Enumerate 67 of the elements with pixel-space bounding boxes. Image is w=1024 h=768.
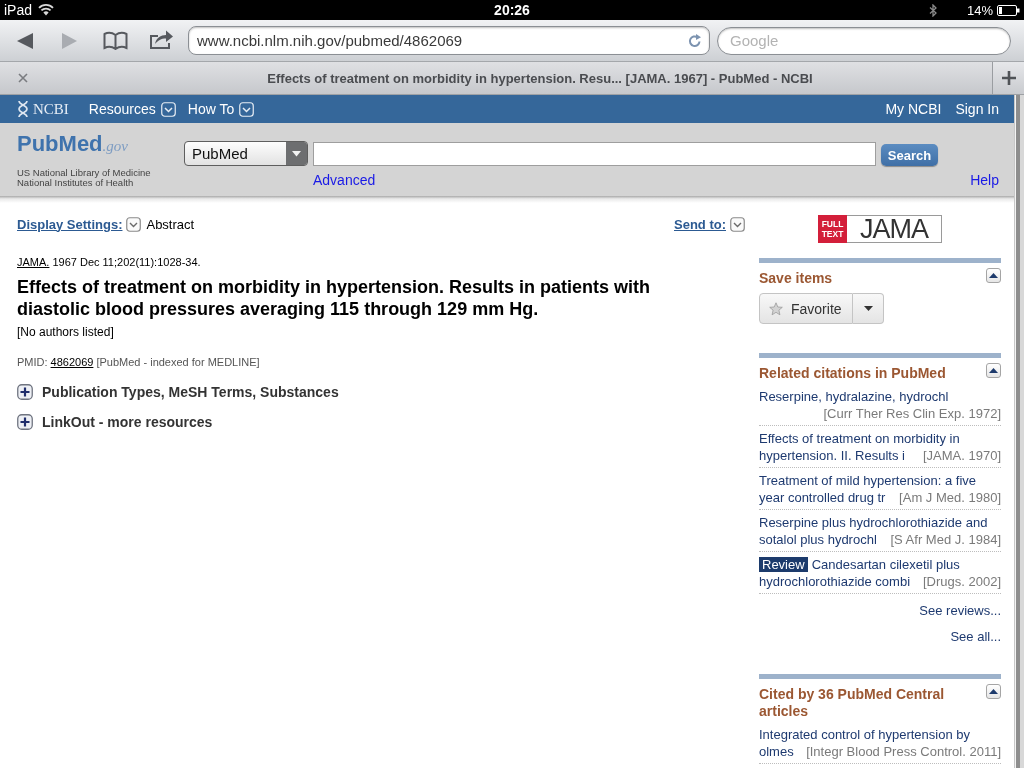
chevron-down-icon [239,101,255,117]
caret-down-icon [863,306,873,311]
plus-icon [1001,71,1016,85]
panel-heading: Related citations in PubMed [759,365,946,382]
search-field[interactable] [313,141,876,166]
close-icon[interactable] [18,73,28,83]
section-toggle[interactable]: Publication Types, MeSH Terms, Substances [42,384,339,400]
tab-title[interactable]: Effects of treatment on morbidity in hypertension. Resu... [JAMA. 1967] - PubMed - NCBI [28,70,992,86]
chevron-down-icon [160,101,176,117]
logo-subtitle: US National Library of Medicine [17,168,151,178]
logo-subtitle: National Institutes of Health [17,178,134,188]
header-link[interactable]: Sign In [955,101,999,117]
collapse-button[interactable] [986,684,1001,699]
menu-button[interactable]: Resources [88,101,176,117]
citation-link[interactable]: Treatment of mild hypertension: a five year controlled drug tr [Am J Med. 1980] [759,472,1001,510]
citation-link[interactable]: Integrated control of hypertension by olmes [Integr Blood Press Control. 2011] [759,726,1001,764]
send-to-link[interactable]: Send to: [674,216,726,232]
dropdown-button[interactable] [853,293,884,324]
header-link[interactable]: My NCBI [885,101,942,117]
chevron-down-icon[interactable] [126,216,142,232]
search-button[interactable]: Search [881,144,938,166]
citation-link[interactable]: Review Candesartan cilexetil plus hydrochlorothiazide combi [Drugs. 2002] [759,556,1001,594]
more-link[interactable]: See all... [950,628,1001,645]
journal-link[interactable]: JAMA. [17,255,50,269]
share-icon[interactable] [149,29,174,49]
collapse-button[interactable] [986,363,1001,378]
new-tab-button[interactable] [992,62,1024,94]
help-link[interactable]: Help [970,172,999,188]
back-icon[interactable] [16,31,34,50]
device-name: iPad [4,2,33,18]
display-settings-link[interactable]: Display Settings: [17,216,123,232]
ncbi-logo[interactable]: NCBI [33,100,69,118]
collapse-button[interactable] [986,268,1001,283]
plus-box-icon[interactable] [17,384,33,400]
address-field[interactable]: www.ncbi.nlm.nih.gov/pubmed/4862069 [188,26,710,55]
menu-button[interactable]: How To [187,101,255,117]
authors-note: [No authors listed] [17,324,114,340]
citation-link[interactable]: Reserpine plus hydrochlorothiazide and sotalol plus hydrochl [S Afr Med J. 1984] [759,514,1001,552]
book-icon[interactable] [103,31,128,50]
pmid-label: PMID: [17,355,48,369]
citation-details: 1967 Dec 11;202(11):1028-34. [52,255,201,269]
wifi-icon [38,4,55,16]
advanced-link[interactable]: Advanced [313,172,376,188]
clock-time: 20:26 [494,2,530,18]
section-toggle[interactable]: LinkOut - more resources [42,414,213,430]
more-link[interactable]: See reviews... [919,602,1001,619]
chevron-down-icon[interactable] [730,216,745,232]
bluetooth-icon [928,3,937,17]
index-status: [PubMed - indexed for MEDLINE] [96,355,260,369]
helix-icon [17,100,29,118]
battery-percent: 14% [966,2,993,18]
battery-icon [997,4,1020,16]
display-format: Abstract [146,216,195,232]
article-title: Effects of treatment on morbidity in hypertension. Results in patients with diastolic blood pressures averaging 115 through 129 mm Hg. [17,276,652,320]
panel-heading: Save items [759,270,833,287]
citation-link[interactable]: Effects of treatment on morbidity in hypertension. II. Results i [JAMA. 1970] [759,430,1001,468]
favorite-button[interactable]: Favorite [759,293,853,324]
full-text-label[interactable]: FULL TEXT [818,215,847,243]
panel-heading: Cited by 36 PubMed Central articles [759,686,946,720]
pmid-link[interactable]: 4862069 [50,355,94,369]
citation-link[interactable]: Reserpine, hydralazine, hydrochl [Curr Ther Res Clin Exp. 1972] [759,388,1001,426]
reload-icon[interactable] [688,33,702,48]
database-select[interactable]: PubMed [184,141,308,166]
star-icon [769,301,783,316]
journal-logo[interactable]: JAMA [847,215,942,243]
plus-box-icon[interactable] [17,414,33,430]
web-search-field[interactable]: Google [717,26,1011,55]
